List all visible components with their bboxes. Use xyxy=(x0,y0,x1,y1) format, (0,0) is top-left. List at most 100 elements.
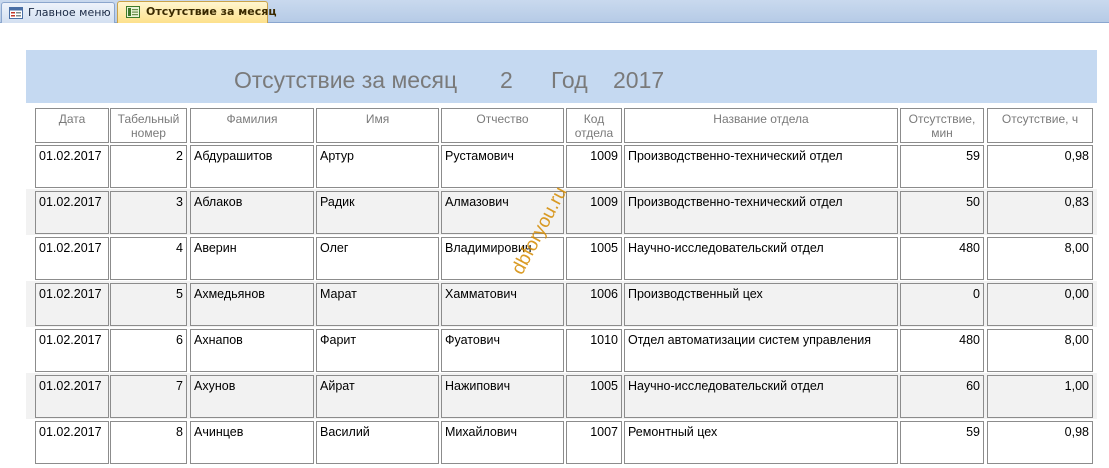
cell-value: 60 xyxy=(966,379,980,393)
cell-value: 59 xyxy=(966,149,980,163)
cell-value: 8 xyxy=(176,425,183,439)
cell-value: 480 xyxy=(959,333,980,347)
cell-absence_h: 1,00 xyxy=(987,375,1093,418)
report-year: 2017 xyxy=(613,67,665,93)
cell-last_name: Аверин xyxy=(190,237,314,280)
cell-value: Алмазович xyxy=(445,195,509,209)
cell-absence_h: 8,00 xyxy=(987,237,1093,280)
document-tab-bar: Главное меню Отсутствие за месяц xyxy=(0,0,1109,23)
column-header-patronymic: Отчество xyxy=(441,108,564,143)
cell-value: Ахунов xyxy=(194,379,236,393)
cell-absence_h: 0,98 xyxy=(987,421,1093,464)
tab-absence-report-label: Отсутствие за месяц xyxy=(146,5,277,18)
column-header-last_name: Фамилия xyxy=(190,108,314,143)
cell-value: Хамматович xyxy=(445,287,517,301)
cell-value: Нажипович xyxy=(445,379,511,393)
column-header-tab_no: Табельный номер xyxy=(110,108,187,143)
column-header-absence_min: Отсутствие, мин xyxy=(900,108,984,143)
cell-dept_code: 1009 xyxy=(566,145,622,188)
cell-dept_name: Отдел автоматизации систем управления xyxy=(624,329,898,372)
cell-value: 0,83 xyxy=(1064,195,1089,209)
cell-value: Аверин xyxy=(194,241,237,255)
cell-value: 6 xyxy=(176,333,183,347)
cell-value: 0,98 xyxy=(1064,149,1089,163)
cell-value: Фарит xyxy=(320,333,357,347)
cell-absence_min: 60 xyxy=(900,375,984,418)
cell-first_name: Артур xyxy=(316,145,439,188)
cell-value: Айрат xyxy=(320,379,355,393)
cell-value: 1006 xyxy=(590,287,618,301)
tab-absence-report[interactable]: Отсутствие за месяц xyxy=(117,1,276,23)
cell-dept_code: 1006 xyxy=(566,283,622,326)
cell-patronymic: Нажипович xyxy=(441,375,564,418)
column-header-absence_h: Отсутствие, ч xyxy=(987,108,1093,143)
cell-dept_name: Производственно-технический отдел xyxy=(624,145,898,188)
cell-value: 59 xyxy=(966,425,980,439)
cell-value: Олег xyxy=(320,241,349,255)
cell-patronymic: Михайлович xyxy=(441,421,564,464)
cell-dept_name: Научно-исследовательский отдел xyxy=(624,375,898,418)
cell-tab_no: 8 xyxy=(110,421,187,464)
cell-value: Ремонтный цех xyxy=(628,425,718,439)
cell-value: Отдел автоматизации систем управления xyxy=(628,333,872,347)
cell-value: Абдурашитов xyxy=(194,149,273,163)
cell-value: Фуатович xyxy=(445,333,500,347)
column-header-first_name: Имя xyxy=(316,108,439,143)
cell-date: 01.02.2017 xyxy=(35,375,109,418)
cell-tab_no: 2 xyxy=(110,145,187,188)
cell-value: 01.02.2017 xyxy=(39,241,102,255)
cell-value: 0,98 xyxy=(1064,425,1089,439)
cell-dept_code: 1009 xyxy=(566,191,622,234)
cell-first_name: Радик xyxy=(316,191,439,234)
cell-value: 0,00 xyxy=(1064,287,1089,301)
cell-absence_min: 480 xyxy=(900,329,984,372)
cell-patronymic: Хамматович xyxy=(441,283,564,326)
cell-date: 01.02.2017 xyxy=(35,329,109,372)
cell-value: 8,00 xyxy=(1064,333,1089,347)
cell-value: 3 xyxy=(176,195,183,209)
cell-date: 01.02.2017 xyxy=(35,191,109,234)
cell-value: 01.02.2017 xyxy=(39,195,102,209)
cell-dept_code: 1010 xyxy=(566,329,622,372)
cell-dept_name: Производственно-технический отдел xyxy=(624,191,898,234)
report-year-label: Год xyxy=(551,67,588,93)
cell-absence_min: 59 xyxy=(900,421,984,464)
tab-main-menu[interactable]: Главное меню xyxy=(1,2,115,23)
cell-value: Производственно-технический отдел xyxy=(628,149,843,163)
cell-tab_no: 5 xyxy=(110,283,187,326)
cell-value: Аблаков xyxy=(194,195,243,209)
cell-first_name: Айрат xyxy=(316,375,439,418)
cell-value: Научно-исследовательский отдел xyxy=(628,241,824,255)
cell-first_name: Марат xyxy=(316,283,439,326)
report-title: Отсутствие за месяц xyxy=(234,67,458,93)
cell-value: 50 xyxy=(966,195,980,209)
cell-absence_h: 0,98 xyxy=(987,145,1093,188)
cell-value: 2 xyxy=(176,149,183,163)
cell-value: Научно-исследовательский отдел xyxy=(628,379,824,393)
cell-value: 8,00 xyxy=(1064,241,1089,255)
cell-value: 7 xyxy=(176,379,183,393)
cell-dept_code: 1005 xyxy=(566,237,622,280)
cell-value: Ачинцев xyxy=(194,425,244,439)
cell-value: Производственный цех xyxy=(628,287,763,301)
cell-value: 1007 xyxy=(590,425,618,439)
cell-value: 01.02.2017 xyxy=(39,379,102,393)
cell-last_name: Ахмедьянов xyxy=(190,283,314,326)
cell-date: 01.02.2017 xyxy=(35,421,109,464)
cell-absence_min: 50 xyxy=(900,191,984,234)
cell-absence_min: 59 xyxy=(900,145,984,188)
cell-tab_no: 6 xyxy=(110,329,187,372)
cell-absence_min: 0 xyxy=(900,283,984,326)
cell-value: 1010 xyxy=(590,333,618,347)
cell-value: 1005 xyxy=(590,379,618,393)
report-month: 2 xyxy=(500,67,513,93)
cell-absence_h: 0,83 xyxy=(987,191,1093,234)
cell-value: 4 xyxy=(176,241,183,255)
cell-dept_code: 1007 xyxy=(566,421,622,464)
cell-dept_code: 1005 xyxy=(566,375,622,418)
cell-value: 1009 xyxy=(590,195,618,209)
cell-date: 01.02.2017 xyxy=(35,145,109,188)
cell-value: Рустамович xyxy=(445,149,514,163)
cell-dept_name: Производственный цех xyxy=(624,283,898,326)
cell-value: Марат xyxy=(320,287,357,301)
